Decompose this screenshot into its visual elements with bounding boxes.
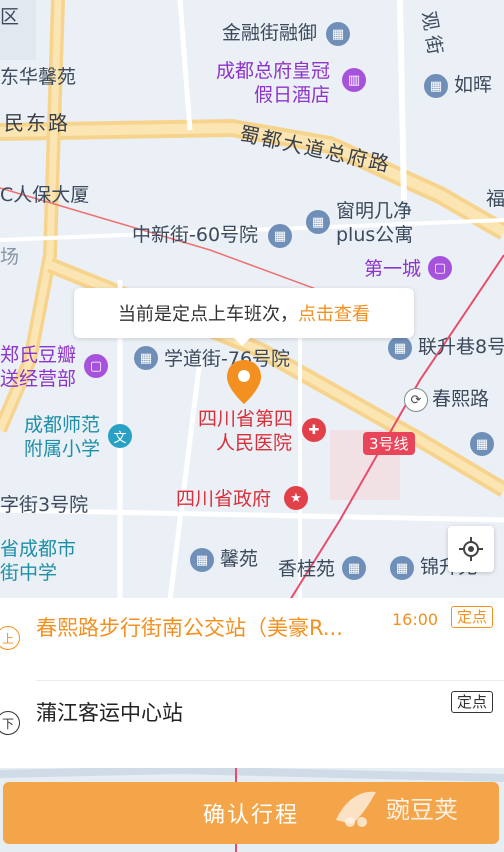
poi-label: 观 <box>417 9 442 33</box>
poi-label: 福 <box>486 188 504 210</box>
map-view[interactable]: 金融街融御 ▦ 东华馨苑 成都总府皇冠 假日酒店 ▥ ▦ 如晖 民东路 蜀都大道… <box>0 0 504 600</box>
metro-line-badge: 3号线 <box>363 432 415 455</box>
poi-label[interactable]: plus公寓 <box>336 224 413 246</box>
poi-label[interactable]: 成都总府皇冠 <box>216 60 330 82</box>
poi-label[interactable]: 送经营部 <box>0 368 76 390</box>
boarding-stop-row[interactable]: 上 春熙路步行街南公交站（美豪R... 16:00 定点 <box>0 598 504 678</box>
poi-label[interactable]: 假日酒店 <box>254 84 330 106</box>
building-icon: ▦ <box>190 548 214 572</box>
svg-text:豌豆荚: 豌豆荚 <box>386 796 458 824</box>
poi-label[interactable]: 字街3号院 <box>0 494 88 516</box>
poi-label[interactable]: C人保大厦 <box>0 184 89 206</box>
fixed-pickup-tooltip[interactable]: 当前是定点上车班次， 点击查看 <box>74 288 414 346</box>
building-icon: ▦ <box>134 346 158 370</box>
poi-label: 区 <box>0 6 20 28</box>
poi-label[interactable]: 如晖 <box>454 74 492 96</box>
poi-label[interactable]: 馨苑 <box>220 548 258 570</box>
board-marker: 上 <box>0 626 20 650</box>
trip-stops-panel: 上 春熙路步行街南公交站（美豪R... 16:00 定点 下 蒲江客运中心站 定… <box>0 598 504 768</box>
poi-label[interactable]: 郑氏豆瓣 <box>0 344 76 366</box>
building-icon: ▦ <box>470 432 494 456</box>
poi-label[interactable]: 金融街融御 <box>222 22 317 44</box>
hotel-icon: ▥ <box>342 68 366 92</box>
building-icon: ▦ <box>326 22 350 46</box>
location-pin-icon <box>227 360 261 404</box>
shopping-icon: ▢ <box>428 256 452 280</box>
tooltip-view-link[interactable]: 点击查看 <box>298 300 370 326</box>
building-icon: ▦ <box>388 336 412 360</box>
building-icon: ▦ <box>306 210 330 234</box>
building-icon: ▦ <box>342 556 366 580</box>
building-icon: ▦ <box>424 74 448 98</box>
shop-icon: ▢ <box>84 354 108 378</box>
government-icon: ★ <box>284 486 308 510</box>
alight-marker: 下 <box>0 711 20 735</box>
alighting-stop-name: 蒲江客运中心站 <box>36 701 183 725</box>
locate-button[interactable] <box>448 526 494 572</box>
divider <box>36 680 504 681</box>
tooltip-text: 当前是定点上车班次， <box>118 304 298 325</box>
hospital-icon: ✚ <box>302 418 326 442</box>
poi-label[interactable]: 附属小学 <box>24 438 100 460</box>
poi-label[interactable]: 省成都市 <box>0 538 76 560</box>
boarding-stop-name: 春熙路步行街南公交站（美豪R... <box>36 616 343 640</box>
crosshair-icon <box>459 537 483 561</box>
fixed-point-tag: 定点 <box>451 691 494 713</box>
poi-label[interactable]: 窗明几净 <box>336 200 412 222</box>
metro-station-icon: ⟳ <box>404 388 428 412</box>
poi-label[interactable]: 第一城 <box>364 258 421 280</box>
road-label: 民东路 <box>4 111 70 135</box>
wandoujia-watermark-logo: 豌豆荚 <box>336 791 458 827</box>
poi-label[interactable]: 人民医院 <box>216 432 292 454</box>
poi-label[interactable]: 春熙路 <box>432 388 489 410</box>
alighting-stop-row[interactable]: 下 蒲江客运中心站 定点 <box>0 683 504 763</box>
poi-label[interactable]: 香桂苑 <box>278 558 335 580</box>
poi-label[interactable]: 东华馨苑 <box>0 66 76 88</box>
poi-label[interactable]: 中新街-60号院 <box>132 224 258 246</box>
departure-time: 16:00 <box>392 610 439 629</box>
building-icon: ▦ <box>390 556 414 580</box>
fixed-point-tag: 定点 <box>451 606 494 628</box>
poi-label[interactable]: 成都师范 <box>24 414 100 436</box>
poi-label[interactable]: 联升巷8号 <box>418 336 504 358</box>
building-icon: ▦ <box>268 224 292 248</box>
poi-label[interactable]: 四川省政府 <box>176 488 271 510</box>
poi-label: 街 <box>421 33 446 57</box>
poi-label[interactable]: 四川省第四 <box>198 408 293 430</box>
poi-label: 场 <box>0 246 20 268</box>
poi-label[interactable]: 街中学 <box>0 562 57 584</box>
school-icon: 文 <box>108 424 132 448</box>
